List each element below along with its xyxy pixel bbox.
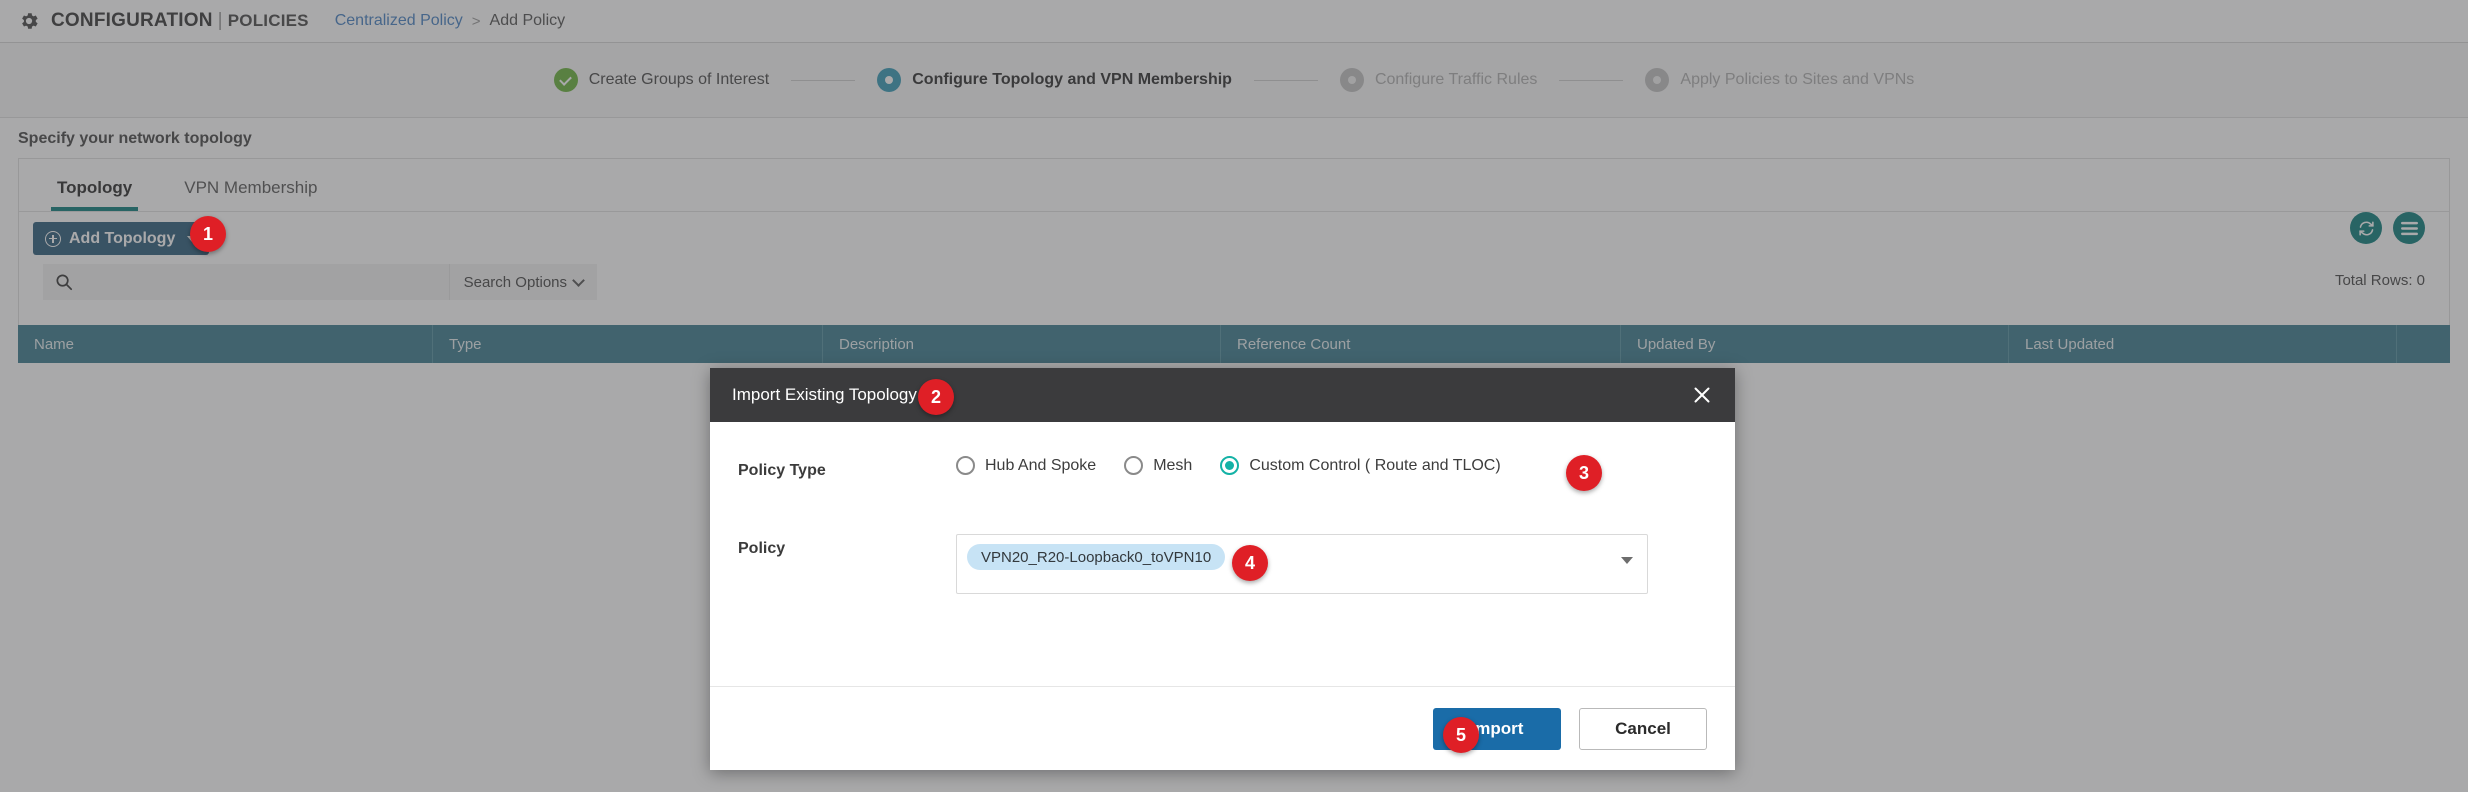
- radio-hub-and-spoke[interactable]: Hub And Spoke: [956, 456, 1096, 475]
- step-badge-3: 3: [1566, 455, 1602, 491]
- close-icon[interactable]: [1689, 382, 1715, 408]
- radio-label: Hub And Spoke: [985, 457, 1096, 475]
- cancel-button[interactable]: Cancel: [1579, 708, 1707, 750]
- radio-mesh[interactable]: Mesh: [1124, 456, 1192, 475]
- dialog-title: Import Existing Topology: [732, 385, 917, 405]
- radio-label: Custom Control ( Route and TLOC): [1249, 457, 1500, 475]
- policy-select[interactable]: VPN20_R20-Loopback0_toVPN10: [956, 534, 1648, 594]
- radio-icon: [956, 456, 975, 475]
- radio-label: Mesh: [1153, 457, 1192, 475]
- radio-custom-control[interactable]: Custom Control ( Route and TLOC): [1220, 456, 1500, 475]
- step-badge-2: 2: [918, 379, 954, 415]
- policy-type-label: Policy Type: [738, 456, 956, 480]
- dialog-footer: Import Cancel: [710, 686, 1735, 770]
- radio-icon-selected: [1220, 456, 1239, 475]
- radio-icon: [1124, 456, 1143, 475]
- policy-row: Policy VPN20_R20-Loopback0_toVPN10: [738, 534, 1685, 594]
- policy-chip[interactable]: VPN20_R20-Loopback0_toVPN10: [967, 544, 1225, 570]
- step-badge-5: 5: [1443, 717, 1479, 753]
- import-existing-topology-dialog: Import Existing Topology Policy Type Hub…: [710, 368, 1735, 770]
- modal-overlay: Import Existing Topology Policy Type Hub…: [0, 0, 2468, 792]
- policy-label: Policy: [738, 534, 956, 558]
- step-badge-4: 4: [1232, 545, 1268, 581]
- caret-down-icon[interactable]: [1621, 557, 1633, 564]
- policy-type-row: Policy Type Hub And Spoke Mesh Custom Co…: [738, 456, 1685, 480]
- step-badge-1: 1: [190, 216, 226, 252]
- policy-type-radio-group: Hub And Spoke Mesh Custom Control ( Rout…: [956, 456, 1501, 475]
- dialog-header: Import Existing Topology: [710, 368, 1735, 422]
